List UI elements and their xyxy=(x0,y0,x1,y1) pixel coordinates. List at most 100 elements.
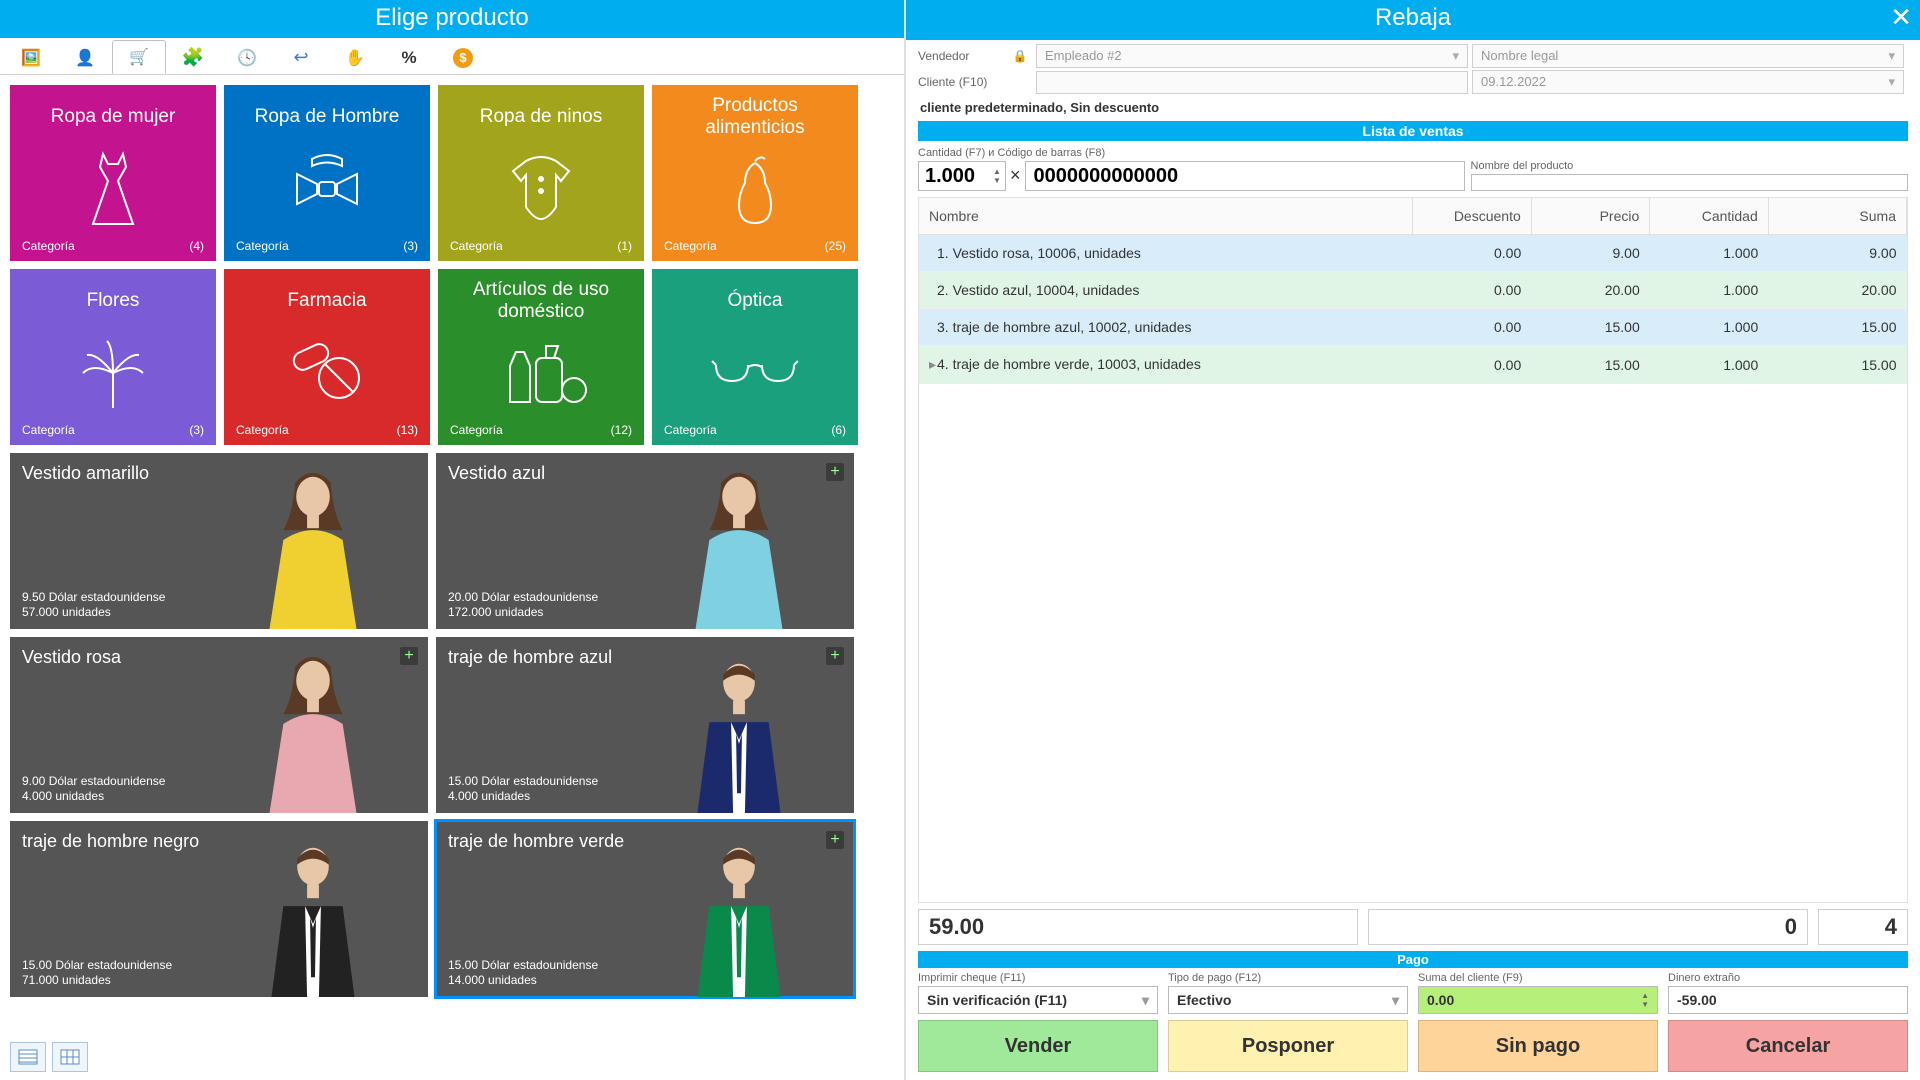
client-date-field[interactable]: 09.12.2022▾ xyxy=(1472,70,1904,94)
qty-barcode-label: Cantidad (F7) и Código de barras (F8) xyxy=(918,147,1465,159)
toolbar-money-icon[interactable]: $ xyxy=(436,40,490,74)
clientsum-input[interactable]: 0.00▲▼ xyxy=(1418,986,1658,1014)
product-name-input[interactable] xyxy=(1471,174,1908,191)
product-meta: 20.00 Dólar estadounidense172.000 unidad… xyxy=(448,590,842,621)
category-tile[interactable]: Productos alimenticiosCategoría(25) xyxy=(652,85,858,261)
total-count: 4 xyxy=(1818,909,1908,945)
category-count: (6) xyxy=(831,423,846,437)
toolbar-clock-icon[interactable]: 🕓 xyxy=(220,40,274,74)
quantity-input[interactable] xyxy=(919,165,989,188)
product-tile[interactable]: +Vestido azul20.00 Dólar estadounidense1… xyxy=(436,453,854,629)
add-icon[interactable]: + xyxy=(400,647,418,665)
toolbar-hand-icon[interactable]: ✋ xyxy=(328,40,382,74)
col-name[interactable]: Nombre xyxy=(929,208,979,224)
product-meta: 9.00 Dólar estadounidense4.000 unidades xyxy=(22,774,416,805)
barcode-input[interactable] xyxy=(1025,161,1465,191)
table-row[interactable]: ▸4. traje de hombre verde, 10003, unidad… xyxy=(919,346,1907,384)
category-foot: Categoría xyxy=(236,423,289,437)
toolbar-percent-icon[interactable]: % xyxy=(382,40,436,74)
client-field[interactable] xyxy=(1036,71,1468,94)
product-tile[interactable]: +Vestido rosa 9.00 Dólar estadounidense4.… xyxy=(10,637,428,813)
lock-icon[interactable]: 🔒 xyxy=(1008,44,1032,68)
add-icon[interactable]: + xyxy=(826,463,844,481)
category-count: (1) xyxy=(617,239,632,253)
toolbar-cart-icon[interactable]: 🛒 xyxy=(112,40,166,74)
left-toolbar: 🖼️ 👤 🛒 🧩 🕓 ↩ ✋ % $ xyxy=(0,38,904,75)
col-price[interactable]: Precio xyxy=(1600,208,1640,224)
qty-down-icon[interactable]: ▼ xyxy=(989,176,1005,185)
glasses-icon xyxy=(710,323,800,423)
toolbar-photo-icon[interactable]: 🖼️ xyxy=(4,40,58,74)
product-tile[interactable]: Vestido amarillo9.50 Dólar estadounidens… xyxy=(10,453,428,629)
category-count: (3) xyxy=(403,239,418,253)
add-icon[interactable]: + xyxy=(826,647,844,665)
category-count: (13) xyxy=(397,423,418,437)
cancel-button[interactable]: Cancelar xyxy=(1668,1020,1908,1072)
category-tile[interactable]: Ropa de Hombre Categoría (3) xyxy=(224,85,430,261)
prodname-label: Nombre del producto xyxy=(1471,160,1908,172)
client-info: cliente predeterminado, Sin descuento xyxy=(906,98,1920,121)
total-discount: 0 xyxy=(1368,909,1808,945)
sales-list-header: Lista de ventas xyxy=(918,121,1908,141)
product-tile[interactable]: +traje de hombre azul15.00 Dólar estadou… xyxy=(436,637,854,813)
category-label: Artículos de uso doméstico xyxy=(450,279,632,323)
category-foot: Categoría xyxy=(22,423,75,437)
seller-label: Vendedor xyxy=(918,49,1008,63)
category-foot: Categoría xyxy=(664,423,717,437)
category-foot: Categoría xyxy=(450,423,503,437)
product-meta: 15.00 Dólar estadounidense71.000 unidade… xyxy=(22,958,416,989)
category-count: (12) xyxy=(611,423,632,437)
category-foot: Categoría xyxy=(236,239,289,253)
table-row[interactable]: 1. Vestido rosa, 10006, unidades0.009.00… xyxy=(919,235,1907,272)
product-grid: Ropa de mujerCategoría(4) Ropa de Hombre C… xyxy=(0,75,904,1007)
table-row[interactable]: 3. traje de hombre azul, 10002, unidades… xyxy=(919,309,1907,346)
category-tile[interactable]: Artículos de uso doméstico Categoría (12) xyxy=(438,269,644,445)
product-tile[interactable]: traje de hombre negro15.00 Dólar estadou… xyxy=(10,821,428,997)
nopay-button[interactable]: Sin pago xyxy=(1418,1020,1658,1072)
pear-icon xyxy=(725,139,785,239)
seller-field[interactable]: Empleado #2▾ xyxy=(1036,44,1468,68)
payment-header: Pago xyxy=(918,951,1908,968)
left-title: Elige producto xyxy=(375,4,528,31)
category-tile[interactable]: FarmaciaCategoría(13) xyxy=(224,269,430,445)
quantity-stepper[interactable]: ▲▼ xyxy=(918,161,1006,191)
col-discount[interactable]: Descuento xyxy=(1454,208,1521,224)
toolbar-puzzle-icon[interactable]: 🧩 xyxy=(166,40,220,74)
change-output: -59.00 xyxy=(1668,986,1908,1014)
sell-button[interactable]: Vender xyxy=(918,1020,1158,1072)
toolbar-user-icon[interactable]: 👤 xyxy=(58,40,112,74)
toolbar-undo-icon[interactable]: ↩ xyxy=(274,40,328,74)
category-count: (25) xyxy=(825,239,846,253)
category-tile[interactable]: Óptica Categoría (6) xyxy=(652,269,858,445)
view-grid-icon[interactable] xyxy=(52,1042,88,1072)
qty-up-icon[interactable]: ▲ xyxy=(989,167,1005,176)
table-row[interactable]: 2. Vestido azul, 10004, unidades0.0020.0… xyxy=(919,272,1907,309)
product-label: Vestido rosa xyxy=(22,647,416,668)
category-count: (4) xyxy=(189,239,204,253)
paytype-select[interactable]: Efectivo▾ xyxy=(1168,986,1408,1014)
product-label: traje de hombre azul xyxy=(448,647,842,668)
category-label: Óptica xyxy=(728,279,783,323)
category-label: Ropa de Hombre xyxy=(255,95,400,139)
onesie-icon xyxy=(501,139,581,239)
print-select[interactable]: Sin verificación (F11)▾ xyxy=(918,986,1158,1014)
view-list-icon[interactable] xyxy=(10,1042,46,1072)
category-count: (3) xyxy=(189,423,204,437)
dress-icon xyxy=(78,139,148,239)
col-sum[interactable]: Suma xyxy=(1859,208,1896,224)
paytype-label: Tipo de pago (F12) xyxy=(1168,972,1408,984)
product-tile[interactable]: +traje de hombre verde15.00 Dólar estado… xyxy=(436,821,854,997)
postpone-button[interactable]: Posponer xyxy=(1168,1020,1408,1072)
clientsum-label: Suma del cliente (F9) xyxy=(1418,972,1658,984)
category-label: Flores xyxy=(87,279,140,323)
category-tile[interactable]: Ropa de ninosCategoría(1) xyxy=(438,85,644,261)
cleaning-icon xyxy=(496,323,586,423)
close-icon[interactable]: ✕ xyxy=(1890,2,1912,33)
category-tile[interactable]: Ropa de mujerCategoría(4) xyxy=(10,85,216,261)
product-meta: 15.00 Dólar estadounidense14.000 unidade… xyxy=(448,958,842,989)
col-qty[interactable]: Cantidad xyxy=(1702,208,1758,224)
category-tile[interactable]: Flores Categoría (3) xyxy=(10,269,216,445)
palm-icon xyxy=(73,323,153,423)
add-icon[interactable]: + xyxy=(826,831,844,849)
legal-name-field[interactable]: Nombre legal▾ xyxy=(1472,44,1904,68)
